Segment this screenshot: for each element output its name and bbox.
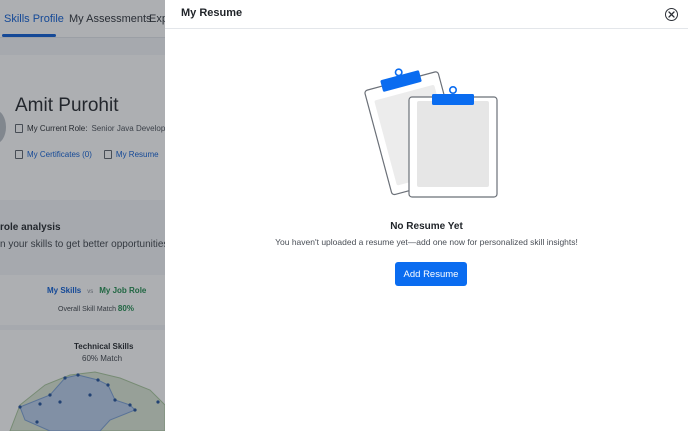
- close-icon: [668, 11, 675, 18]
- empty-state-message: You haven't uploaded a resume yet—add on…: [275, 237, 578, 247]
- drawer-header: My Resume: [165, 0, 688, 29]
- add-resume-button[interactable]: Add Resume: [395, 262, 467, 286]
- clipboard-illustration-icon: [364, 68, 498, 198]
- drawer-title: My Resume: [181, 7, 243, 19]
- close-button[interactable]: [665, 8, 678, 21]
- my-resume-drawer: My Resume No Resume Yet You haven't uplo…: [165, 0, 688, 431]
- empty-state-title: No Resume Yet: [390, 221, 463, 232]
